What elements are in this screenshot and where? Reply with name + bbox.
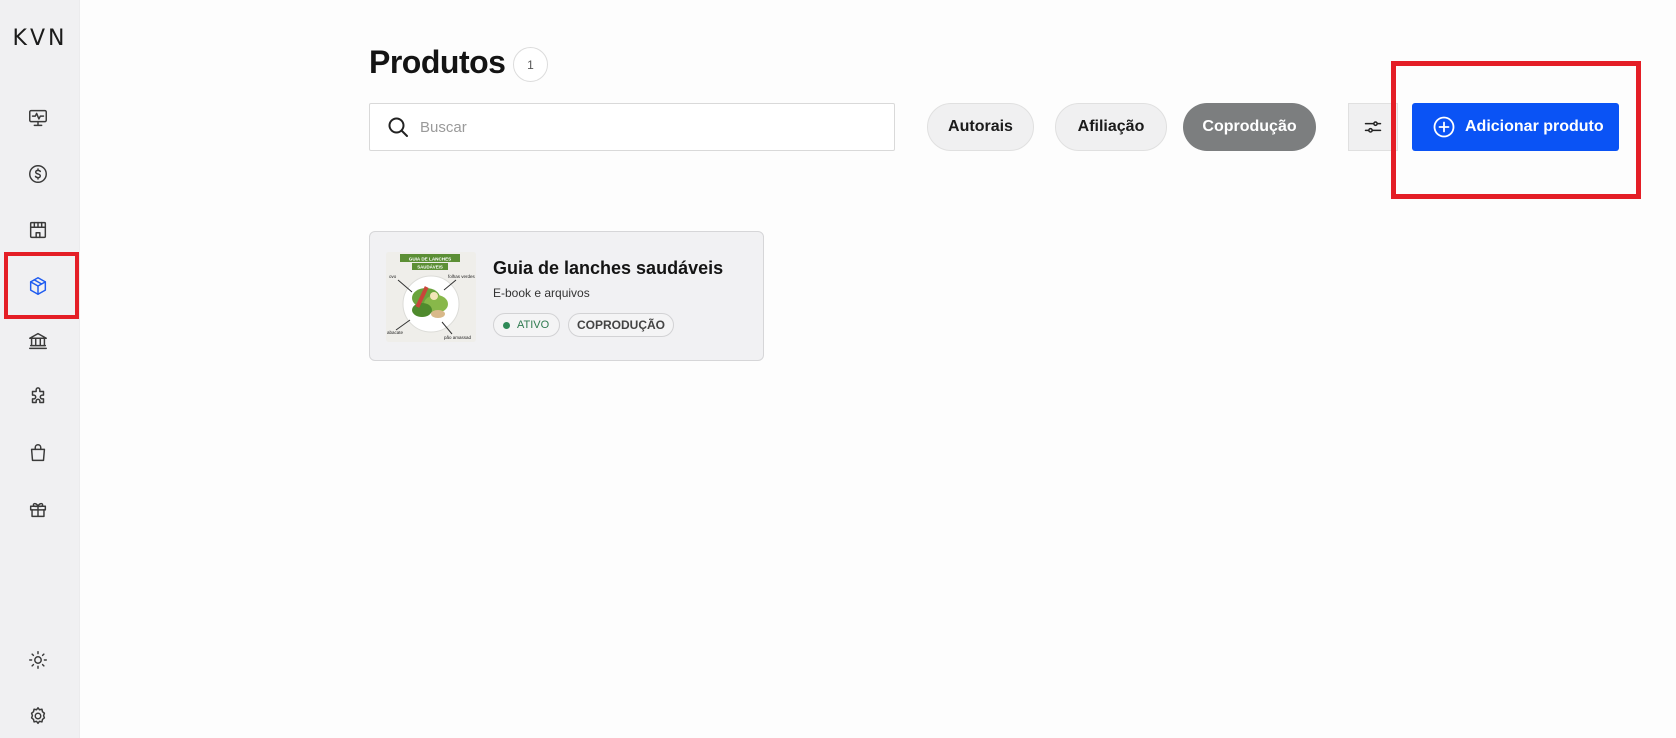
filter-chip-autorais[interactable]: Autorais (927, 103, 1034, 151)
sidebar-item-settings[interactable] (18, 696, 58, 736)
sidebar-item-theme[interactable] (18, 640, 58, 680)
sun-icon (29, 651, 47, 669)
product-count-badge: 1 (513, 47, 548, 82)
svg-text:SAUDÁVEIS: SAUDÁVEIS (417, 264, 443, 269)
status-label: ATIVO (517, 319, 550, 331)
svg-text:ovo: ovo (389, 274, 397, 279)
product-thumbnail: GUIA DE LANCHES SAUDÁVEIS ovo folhas ver… (386, 252, 476, 342)
sidebar-item-shopping[interactable] (18, 433, 58, 473)
svg-text:pão amassad: pão amassad (444, 335, 472, 340)
gear-icon (30, 707, 46, 725)
monitor-pulse-icon (29, 109, 47, 127)
sidebar-item-store[interactable] (18, 210, 58, 250)
sidebar-item-rewards[interactable] (18, 489, 58, 529)
sidebar-item-bank[interactable] (18, 321, 58, 361)
bank-icon (29, 332, 47, 350)
filter-chip-afiliacao[interactable]: Afiliação (1055, 103, 1167, 151)
gift-icon (29, 502, 47, 518)
page-title: Produtos (369, 44, 506, 80)
sliders-icon (1364, 121, 1382, 133)
dollar-circle-icon (29, 165, 47, 183)
product-title: Guia de lanches saudáveis (493, 258, 724, 278)
shopping-bag-icon (30, 444, 46, 462)
kvn-logo[interactable]: KVN (0, 26, 80, 51)
status-dot-icon (503, 321, 510, 329)
sidebar-item-finance[interactable] (18, 154, 58, 194)
main-content: Produtos 1 Autorais Afiliação Coprodução… (80, 0, 1676, 738)
search-icon (388, 117, 408, 137)
search-box (369, 103, 895, 151)
products-highlight-box (4, 252, 79, 319)
filter-chip-coproducao[interactable]: Coprodução (1183, 103, 1316, 151)
sidebar: KVN (0, 0, 80, 738)
svg-text:folhas verdes: folhas verdes (448, 274, 476, 279)
puzzle-icon (31, 387, 45, 404)
add-button-highlight-box (1391, 61, 1641, 199)
product-subtitle: E-book e arquivos (493, 286, 590, 300)
search-input[interactable] (420, 118, 880, 136)
status-badge: ATIVO (493, 313, 560, 337)
storefront-icon (29, 221, 47, 239)
healthy-snack-thumbnail-image: GUIA DE LANCHES SAUDÁVEIS ovo folhas ver… (386, 252, 476, 342)
svg-text:abacate: abacate (387, 330, 404, 335)
sidebar-item-integrations[interactable] (18, 377, 58, 417)
product-card[interactable]: GUIA DE LANCHES SAUDÁVEIS ovo folhas ver… (369, 231, 764, 361)
sidebar-item-dashboard[interactable] (18, 98, 58, 138)
svg-text:GUIA DE LANCHES: GUIA DE LANCHES (409, 256, 451, 261)
product-type-badge: COPRODUÇÃO (568, 313, 674, 337)
